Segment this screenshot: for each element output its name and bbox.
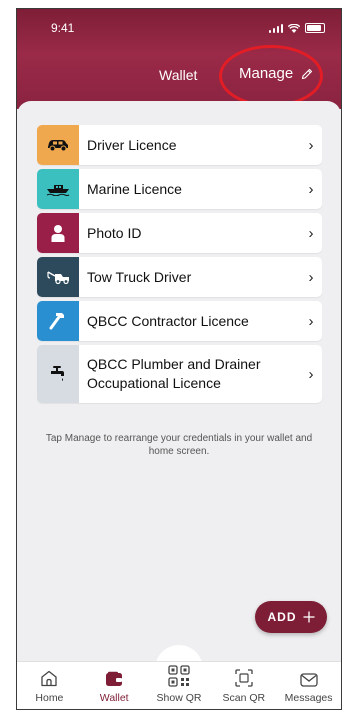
- battery-icon: [305, 23, 325, 33]
- credential-card-qbcc-contractor-licence[interactable]: QBCC Contractor Licence ›: [37, 301, 322, 341]
- credential-card-marine-licence[interactable]: Marine Licence ›: [37, 169, 322, 209]
- tab-scan-qr[interactable]: Scan QR: [211, 662, 276, 709]
- credential-label: Driver Licence: [87, 136, 177, 153]
- chevron-right-icon: ›: [308, 224, 314, 242]
- tab-label: Scan QR: [222, 692, 266, 704]
- tab-label: Wallet: [99, 692, 129, 704]
- credential-tile: [37, 301, 79, 341]
- scan-icon: [235, 669, 253, 687]
- credential-tile: [37, 345, 79, 403]
- wifi-icon: [288, 24, 300, 33]
- credential-card-qbcc-plumber-drainer[interactable]: QBCC Plumber and Drainer Occupational Li…: [37, 345, 322, 403]
- annotation-highlight-oval: [219, 45, 323, 107]
- add-credential-button[interactable]: ADD: [255, 601, 327, 633]
- chevron-right-icon: ›: [308, 312, 314, 330]
- car-icon: [48, 140, 68, 152]
- credential-label: QBCC Plumber and Drainer Occupational Li…: [87, 356, 261, 391]
- credential-tile: [37, 125, 79, 165]
- chevron-right-icon: ›: [308, 268, 314, 286]
- bottom-tab-bar: Home Wallet Show QR Scan QR Messages: [17, 661, 341, 709]
- tab-label: Messages: [284, 692, 333, 704]
- tab-wallet[interactable]: Wallet: [82, 662, 147, 709]
- credential-label: Marine Licence: [87, 180, 182, 197]
- chevron-right-icon: ›: [308, 136, 314, 154]
- hint-text: Tap Manage to rearrange your credentials…: [45, 433, 313, 457]
- tap-icon: [51, 366, 64, 381]
- boat-icon: [46, 185, 70, 196]
- tow-truck-icon: [47, 271, 69, 284]
- credential-card-tow-truck-driver[interactable]: Tow Truck Driver ›: [37, 257, 322, 297]
- tab-label: Show QR: [156, 692, 202, 704]
- credential-tile: [37, 169, 79, 209]
- status-time: 9:41: [51, 21, 75, 35]
- wallet-sheet: Driver Licence › Marine Licence › Photo …: [17, 101, 341, 661]
- credential-label: QBCC Contractor Licence: [87, 312, 249, 329]
- status-icons: [268, 23, 325, 33]
- add-button-label: ADD: [267, 610, 297, 624]
- credential-tile: [37, 257, 79, 297]
- wallet-icon: [106, 671, 123, 686]
- chevron-right-icon: ›: [308, 180, 314, 198]
- chevron-right-icon: ›: [308, 365, 314, 383]
- credential-list: Driver Licence › Marine Licence › Photo …: [37, 125, 322, 407]
- qr-code-icon: [168, 665, 190, 687]
- credential-label: Photo ID: [87, 224, 142, 241]
- credential-label: Tow Truck Driver: [87, 268, 192, 285]
- page-title: Wallet: [159, 67, 198, 83]
- app-header: 9:41 Wallet Manage: [17, 9, 341, 109]
- credential-tile: [37, 213, 79, 253]
- tab-show-qr[interactable]: Show QR: [147, 662, 212, 709]
- plus-icon: [303, 611, 314, 623]
- credential-card-driver-licence[interactable]: Driver Licence ›: [37, 125, 322, 165]
- credential-card-photo-id[interactable]: Photo ID ›: [37, 213, 322, 253]
- envelope-icon: [299, 673, 318, 687]
- tab-label: Home: [35, 692, 64, 704]
- tab-messages[interactable]: Messages: [276, 662, 341, 709]
- signal-icon: [268, 24, 283, 33]
- phone-frame: 9:41 Wallet Manage Driver Licence › Mari…: [16, 8, 342, 710]
- hammer-icon: [49, 313, 64, 330]
- tab-home[interactable]: Home: [17, 662, 82, 709]
- person-icon: [51, 225, 65, 242]
- home-icon: [41, 670, 58, 687]
